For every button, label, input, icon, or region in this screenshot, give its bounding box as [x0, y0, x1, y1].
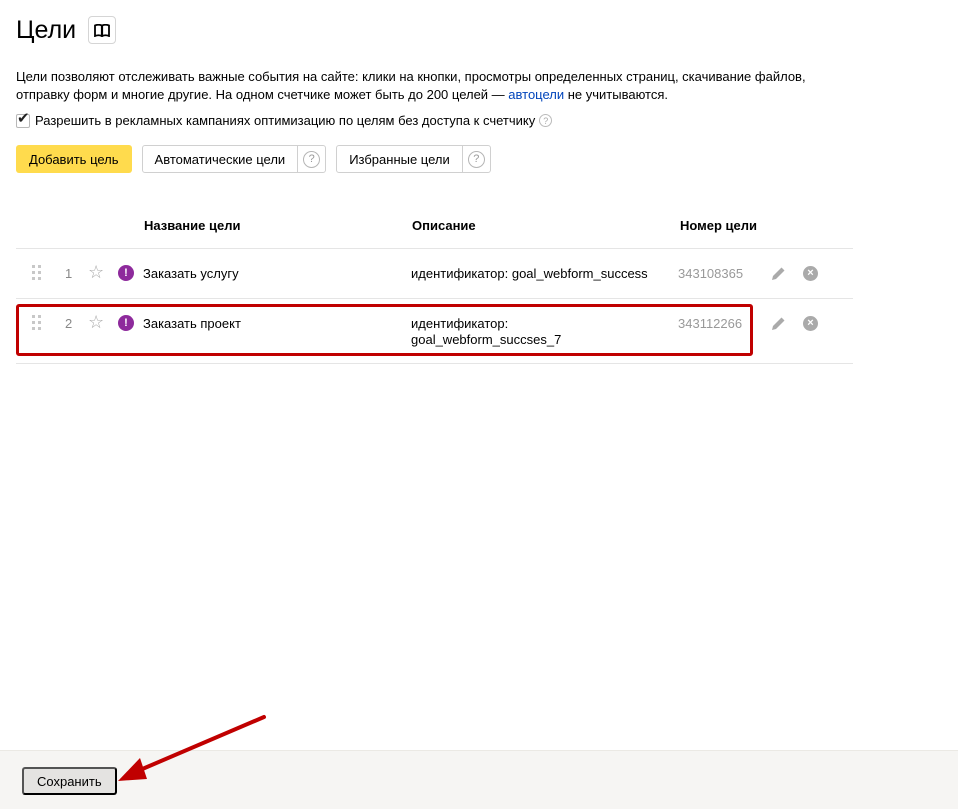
page-header: Цели [16, 14, 117, 46]
warning-icon: ! [118, 265, 134, 281]
description-text-end: не учитываются. [564, 87, 669, 102]
footer-bar: Сохранить [0, 750, 958, 809]
favorite-goals-group: Избранные цели ? [336, 145, 491, 173]
help-icon: ? [303, 150, 321, 168]
toolbar: Добавить цель Автоматические цели ? Избр… [16, 145, 491, 173]
favorite-goals-help-button[interactable]: ? [461, 146, 490, 172]
ads-optimization-label: Разрешить в рекламных кампаниях оптимиза… [35, 113, 536, 128]
table-row: 1 ☆ ! Заказать услугу идентификатор: goa… [16, 249, 853, 299]
auto-goals-button[interactable]: Автоматические цели [143, 146, 298, 172]
column-header-goal-number: Номер цели [680, 218, 758, 233]
goal-name: Заказать услугу [143, 266, 239, 281]
delete-icon[interactable]: × [803, 266, 818, 281]
edit-icon[interactable] [770, 265, 787, 285]
delete-icon[interactable]: × [803, 316, 818, 331]
row-number: 1 [65, 266, 73, 281]
check-icon: ✔ [17, 109, 30, 127]
add-goal-button[interactable]: Добавить цель [16, 145, 132, 173]
description-text: Цели позволяют отслеживать важные событи… [16, 69, 806, 102]
goal-number: 343108365 [678, 266, 744, 281]
goals-description: Цели позволяют отслеживать важные событи… [16, 68, 816, 104]
column-header-description: Описание [412, 218, 476, 233]
annotation-highlight-box [16, 304, 753, 356]
save-button[interactable]: Сохранить [22, 767, 117, 795]
star-icon[interactable]: ☆ [88, 262, 104, 282]
page-title: Цели [16, 16, 77, 44]
drag-handle-icon[interactable] [32, 265, 44, 281]
ads-optimization-checkbox[interactable]: ✔ [16, 110, 30, 128]
help-icon: ? [467, 150, 485, 168]
goal-description: идентификатор: goal_webform_success [411, 266, 648, 281]
column-header-name: Название цели [144, 218, 241, 233]
book-icon[interactable] [88, 16, 117, 44]
autogoals-link[interactable]: автоцели [508, 87, 564, 102]
help-icon[interactable]: ? [539, 114, 553, 127]
ads-optimization-option: ✔ Разрешить в рекламных кампаниях оптими… [16, 110, 553, 128]
edit-icon[interactable] [770, 315, 787, 335]
favorite-goals-button[interactable]: Избранные цели [337, 146, 462, 172]
auto-goals-group: Автоматические цели ? [141, 145, 327, 173]
auto-goals-help-button[interactable]: ? [297, 146, 325, 172]
